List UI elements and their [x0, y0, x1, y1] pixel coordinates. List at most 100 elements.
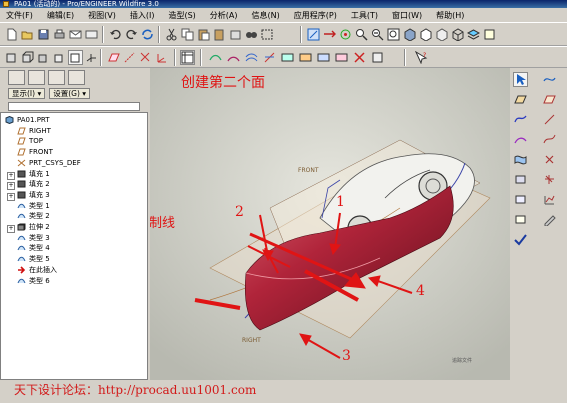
done-check-icon[interactable]	[513, 232, 528, 247]
tree-item[interactable]: 类型 4	[17, 243, 50, 253]
view-box-icon[interactable]	[20, 50, 35, 65]
zoom-in-icon[interactable]	[354, 27, 369, 42]
datum-csys-tool-icon[interactable]	[542, 172, 557, 187]
tree-filter-field[interactable]	[8, 102, 140, 111]
view-manager-icon[interactable]	[482, 27, 497, 42]
view-front-icon[interactable]	[4, 50, 19, 65]
expand-icon[interactable]: +	[7, 225, 15, 233]
tree-item[interactable]: 类型 5	[17, 254, 50, 264]
datum-curve-tool-icon[interactable]	[542, 132, 557, 147]
view-cube-icon[interactable]	[36, 50, 51, 65]
cut-icon[interactable]	[164, 27, 179, 42]
settings-dropdown[interactable]: 设置(G) ▾	[49, 88, 91, 99]
repaint-icon[interactable]	[306, 27, 321, 42]
tree-item[interactable]: 填充 1	[17, 169, 50, 179]
tree-item[interactable]: PRT_CSYS_DEF	[17, 158, 81, 168]
hidden-line-icon[interactable]	[418, 27, 433, 42]
menu-edit[interactable]: 编辑(E)	[47, 10, 74, 21]
shading-icon[interactable]	[402, 27, 417, 42]
refit-icon[interactable]	[386, 27, 401, 42]
reflection-icon[interactable]	[262, 50, 277, 65]
menu-analysis[interactable]: 分析(A)	[210, 10, 238, 21]
offset-icon[interactable]	[244, 50, 259, 65]
save-icon[interactable]	[36, 27, 51, 42]
view-selected-icon[interactable]	[68, 50, 83, 65]
tree-item[interactable]: 填充 2	[17, 179, 50, 189]
undo-icon[interactable]	[108, 27, 123, 42]
display-dropdown[interactable]: 显示(I) ▾	[8, 88, 46, 99]
tree-item[interactable]: 类型 1	[17, 201, 50, 211]
tree-item[interactable]: 在此插入	[17, 265, 57, 275]
tree-item[interactable]: 类型 3	[17, 233, 50, 243]
mail-attach-icon[interactable]	[84, 27, 99, 42]
datum-plane-toggle-icon[interactable]	[106, 50, 121, 65]
model-tree-toggle-icon[interactable]	[180, 50, 195, 65]
shade-analysis-icon[interactable]	[316, 50, 331, 65]
datum-plane-tool-icon[interactable]	[542, 92, 557, 107]
menu-view[interactable]: 视图(V)	[88, 10, 116, 21]
repeat-icon[interactable]	[228, 27, 243, 42]
edit-curve-icon[interactable]	[513, 212, 528, 227]
trim-icon[interactable]	[513, 192, 528, 207]
tree-item[interactable]: 填充 3	[17, 190, 50, 200]
expand-icon[interactable]: +	[7, 192, 15, 201]
copy-icon[interactable]	[180, 27, 195, 42]
history-tab-icon[interactable]	[68, 70, 85, 85]
paste-icon[interactable]	[196, 27, 211, 42]
no-hidden-icon[interactable]	[434, 27, 449, 42]
print-icon[interactable]	[52, 27, 67, 42]
boundary-surface-icon[interactable]	[513, 152, 528, 167]
datum-point-tool-icon[interactable]	[542, 152, 557, 167]
zoom-out-icon[interactable]	[370, 27, 385, 42]
select-arrow-icon[interactable]	[513, 72, 528, 87]
graphics-viewport[interactable]: FRONT RIGHT 追踪文件 创建第二个面 中间控制线 1 2 3 4	[150, 68, 510, 380]
model-tree-tab-icon[interactable]	[8, 70, 25, 85]
tree-item[interactable]: TOP	[17, 136, 43, 146]
open-icon[interactable]	[20, 27, 35, 42]
regenerate-icon[interactable]	[140, 27, 155, 42]
view-iso-icon[interactable]	[52, 50, 67, 65]
section-icon[interactable]	[226, 50, 241, 65]
datum-axis-toggle-icon[interactable]	[122, 50, 137, 65]
context-help-icon[interactable]: ?	[414, 50, 429, 65]
menu-applications[interactable]: 应用程序(P)	[294, 10, 337, 21]
expand-icon[interactable]: +	[7, 182, 15, 191]
menu-style[interactable]: 造型(S)	[168, 10, 195, 21]
tree-item[interactable]: 类型 2	[17, 211, 50, 221]
menu-file[interactable]: 文件(F)	[6, 10, 33, 21]
select-box-icon[interactable]	[260, 27, 275, 42]
curve-on-surface-icon[interactable]	[513, 132, 528, 147]
sketch-curve-icon[interactable]	[542, 72, 557, 87]
menu-tools[interactable]: 工具(T)	[351, 10, 378, 21]
delete-analysis-icon[interactable]	[352, 50, 367, 65]
spin-center-icon[interactable]	[338, 27, 353, 42]
curvature-icon[interactable]	[208, 50, 223, 65]
dihedral-icon[interactable]	[334, 50, 349, 65]
surface-connect-icon[interactable]	[513, 172, 528, 187]
menu-insert[interactable]: 插入(I)	[130, 10, 155, 21]
tree-item[interactable]: 类型 6	[17, 276, 50, 286]
new-icon[interactable]	[4, 27, 19, 42]
sketch-tool-icon[interactable]	[542, 212, 557, 227]
wireframe-icon[interactable]	[450, 27, 465, 42]
datum-csys-toggle-icon[interactable]	[154, 50, 169, 65]
tree-item[interactable]: 拉伸 2	[17, 222, 50, 232]
find-icon[interactable]	[244, 27, 259, 42]
expand-icon[interactable]: +	[7, 171, 15, 180]
saved-analysis-icon[interactable]	[370, 50, 385, 65]
datum-point-toggle-icon[interactable]	[138, 50, 153, 65]
paste-special-icon[interactable]	[212, 27, 227, 42]
menu-info[interactable]: 信息(N)	[252, 10, 280, 21]
csys-toggle-icon[interactable]	[84, 50, 99, 65]
tree-item[interactable]: FRONT	[17, 147, 53, 157]
folder-browser-tab-icon[interactable]	[28, 70, 45, 85]
layer-icon[interactable]	[466, 27, 481, 42]
favorites-tab-icon[interactable]	[48, 70, 65, 85]
tree-item[interactable]: RIGHT	[17, 126, 51, 136]
orient-icon[interactable]	[322, 27, 337, 42]
send-mail-icon[interactable]	[68, 27, 83, 42]
analysis-feature-icon[interactable]	[542, 192, 557, 207]
slope-icon[interactable]	[280, 50, 295, 65]
redo-icon[interactable]	[124, 27, 139, 42]
menu-window[interactable]: 窗口(W)	[392, 10, 422, 21]
